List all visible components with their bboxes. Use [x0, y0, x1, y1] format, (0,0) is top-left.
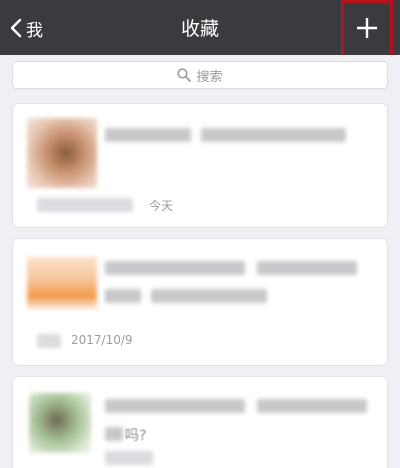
favorite-item[interactable]: 今天 — [12, 103, 388, 228]
blurred-text — [105, 261, 245, 275]
search-bar-container: 搜索 — [0, 55, 400, 95]
highlight-box — [341, 0, 393, 59]
blurred-text — [201, 128, 346, 142]
item-date: 今天 — [149, 199, 174, 213]
blurred-text — [105, 427, 123, 441]
page-title: 收藏 — [180, 18, 219, 40]
item-thumbnail — [27, 118, 97, 188]
search-icon — [177, 68, 192, 82]
favorite-item[interactable]: 2017/10/9 — [12, 238, 388, 366]
blurred-text — [105, 399, 245, 413]
blurred-text — [105, 128, 191, 142]
item-text-fragment: 吗? — [125, 428, 147, 444]
blurred-text — [257, 399, 367, 413]
blurred-text — [105, 289, 141, 303]
blurred-text — [37, 198, 133, 212]
item-date: 2017/10/9 — [71, 333, 133, 347]
blurred-text — [151, 289, 267, 303]
navigation-bar: 我 收藏 — [0, 0, 400, 55]
item-thumbnail — [27, 257, 97, 309]
blurred-text — [257, 261, 357, 275]
blurred-text — [37, 334, 61, 348]
blurred-text — [105, 451, 153, 465]
favorite-item[interactable]: 吗? — [12, 376, 388, 468]
item-thumbnail — [29, 393, 91, 453]
search-input[interactable]: 搜索 — [12, 61, 388, 89]
search-label: 搜索 — [196, 69, 223, 85]
